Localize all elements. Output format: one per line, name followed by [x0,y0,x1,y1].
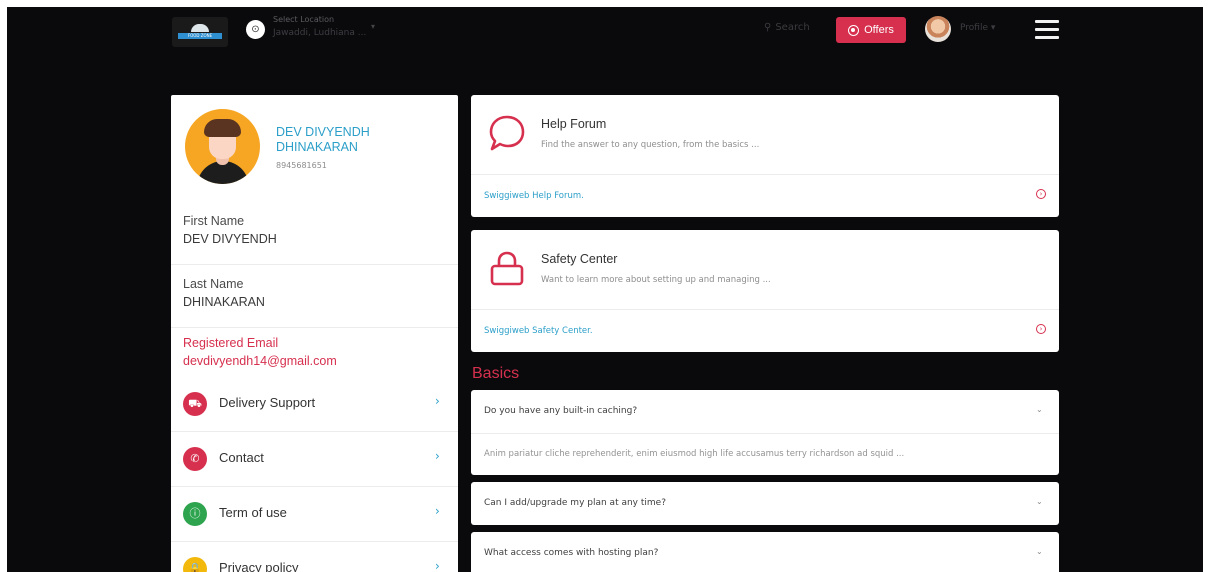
menu-item-label: Privacy policy [219,560,299,572]
profile-card: DEV DIVYENDH DHINAKARAN 8945681651 First… [171,95,458,572]
user-name: DEV DIVYENDH DHINAKARAN [276,125,370,154]
profile-label: Profile [960,23,988,33]
chevron-down-icon[interactable]: ⌄ [1036,405,1043,414]
menu-item-label: Contact [219,450,264,465]
chevron-down-icon[interactable]: ⌄ [1036,547,1043,556]
offer-icon [848,24,860,36]
help-forum-title: Help Forum [541,117,607,131]
faq-item: Do you have any built-in caching? ⌄ Anim… [471,390,1059,475]
field-label: Last Name [183,277,244,291]
faq-question[interactable]: Do you have any built-in caching? [484,406,637,416]
logo-text: FOOD ZONE [178,33,222,39]
hamburger-menu-icon[interactable] [1035,19,1059,39]
location-label: Select Location [273,15,335,24]
email-field: Registered Email devdivyendh14@gmail.com [171,328,458,378]
user-phone: 8945681651 [276,161,327,170]
divider [471,433,1059,434]
help-forum-description: Find the answer to any question, from th… [541,140,760,150]
offers-button[interactable]: Offers [836,17,906,43]
chevron-down-icon[interactable]: ▾ [371,22,375,31]
lock-icon [490,251,524,286]
logo-dome-icon [191,24,209,32]
chevron-right-icon: › [435,394,440,408]
help-forum-link[interactable]: Swiggiweb Help Forum. [484,191,584,201]
profile-menu[interactable]: Profile ▾ [960,23,995,33]
safety-center-description: Want to learn more about setting up and … [541,275,771,285]
truck-icon: ⛟ [183,392,207,416]
field-label: First Name [183,214,245,228]
location-selector[interactable]: Jawaddi, Ludhiana ... [273,28,366,38]
search-label: Search [775,22,810,33]
safety-center-card: Safety Center Want to learn more about s… [471,230,1059,352]
faq-answer: Anim pariatur cliche reprehenderit, enim… [484,449,905,459]
lock-icon: 🔒 [183,557,207,572]
divider [471,309,1059,310]
menu-item-label: Delivery Support [219,395,316,410]
chevron-right-icon: › [435,449,440,463]
field-value: devdivyendh14@gmail.com [183,354,337,368]
faq-question[interactable]: Can I add/upgrade my plan at any time? [484,498,666,508]
menu-item-contact[interactable]: ✆ Contact › [171,433,458,487]
faq-item[interactable]: Can I add/upgrade my plan at any time? ⌄ [471,482,1059,525]
faq-question[interactable]: What access comes with hosting plan? [484,548,658,558]
offers-label: Offers [864,24,894,36]
menu-item-delivery-support[interactable]: ⛟ Delivery Support › [171,378,458,432]
safety-center-link[interactable]: Swiggiweb Safety Center. [484,326,593,336]
safety-center-title: Safety Center [541,252,618,266]
chevron-right-icon: › [435,559,440,572]
search-icon: ⚲ [764,22,772,33]
help-forum-card: Help Forum Find the answer to any questi… [471,95,1059,217]
last-name-field: Last Name DHINAKARAN [171,265,458,328]
info-icon: ⓘ [183,502,207,526]
basics-heading: Basics [472,365,520,382]
search-link[interactable]: ⚲ Search [764,22,810,33]
phone-icon: ✆ [183,447,207,471]
chevron-down-icon[interactable]: ⌄ [1036,497,1043,506]
field-label: Registered Email [183,336,279,350]
field-value: DEV DIVYENDH [183,232,277,246]
profile-avatar[interactable] [925,16,951,42]
menu-item-label: Term of use [219,505,287,520]
faq-item[interactable]: What access comes with hosting plan? ⌄ [471,532,1059,572]
divider [471,174,1059,175]
menu-item-privacy-policy[interactable]: 🔒 Privacy policy › [171,543,458,572]
brand-logo[interactable]: FOOD ZONE [172,17,228,47]
field-value: DHINAKARAN [183,295,265,309]
location-pin-icon[interactable]: ⊙ [246,20,265,39]
user-avatar [185,109,260,184]
app-screen: FOOD ZONE ⊙ Select Location Jawaddi, Lud… [7,7,1203,572]
arrow-right-circle-icon[interactable]: › [1036,189,1046,199]
chat-bubble-icon [489,115,525,151]
arrow-right-circle-icon[interactable]: › [1036,324,1046,334]
chevron-right-icon: › [435,504,440,518]
first-name-field: First Name DEV DIVYENDH [171,199,458,265]
menu-item-term-of-use[interactable]: ⓘ Term of use › [171,488,458,542]
